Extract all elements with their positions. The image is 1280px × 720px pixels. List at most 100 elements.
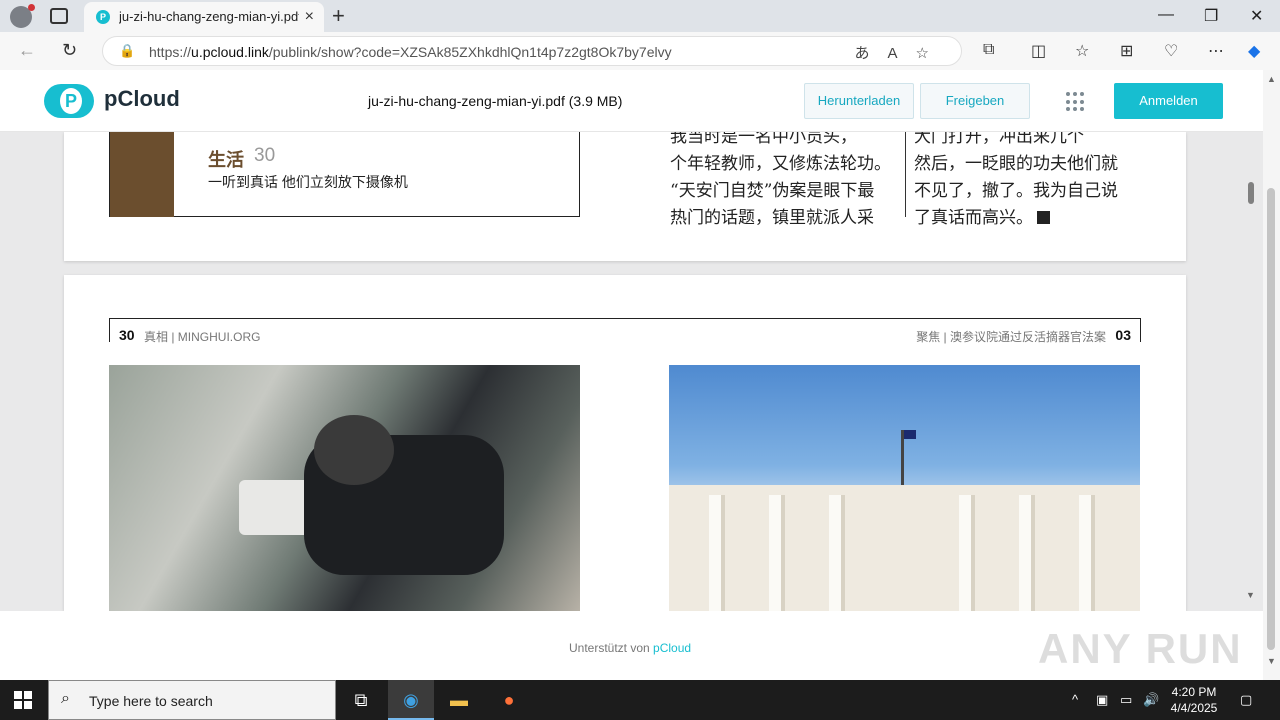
search-placeholder: Type here to search (89, 693, 213, 709)
tray-device-icon[interactable]: ▣ (1096, 692, 1108, 708)
new-tab-button[interactable]: + (332, 3, 345, 29)
pcloud-viewer: 生活 30 一听到真话 他们立刻放下摄像机 我当时是一名中小员头， 个年轻教师，… (0, 70, 1263, 680)
scroll-down-icon[interactable]: ▼ (1267, 656, 1276, 666)
profile-icon[interactable] (10, 4, 35, 28)
browser-tab-bar: P ju-zi-hu-chang-zeng-mian-yi.pdf × + — … (0, 0, 1280, 32)
section-subtitle: 一听到真话 他们立刻放下摄像机 (208, 174, 408, 190)
photo-building-shape (669, 485, 1140, 611)
pcloud-logo-text[interactable]: pCloud (104, 86, 180, 112)
share-button[interactable]: Freigeben (920, 83, 1030, 119)
task-view-icon[interactable]: ⧉ (338, 680, 384, 720)
extensions-icon[interactable]: ⧉ (983, 41, 994, 59)
anyrun-watermark: ANY RUN (1038, 625, 1243, 672)
notifications-icon[interactable]: ▢ (1240, 692, 1252, 708)
translate-icon[interactable]: あ (855, 45, 888, 62)
left-page-number: 30 (119, 327, 135, 343)
text-column-left: 我当时是一名中小员头， 个年轻教师，又修炼法轮功。 “天安门自焚”伪案是眼下最 … (670, 132, 900, 232)
photo-pillar (959, 495, 975, 611)
collections-icon[interactable]: ⊞ (1120, 41, 1133, 61)
network-icon[interactable]: ▭ (1120, 692, 1132, 708)
pdf-scrollbar[interactable]: ▼ (1246, 182, 1256, 602)
end-mark-icon (1037, 211, 1050, 224)
copilot-icon[interactable]: ◆ (1248, 41, 1260, 61)
text-line: 大门打开，冲出来几个 (914, 132, 1084, 147)
photo-pillar (1019, 495, 1035, 611)
split-screen-icon[interactable]: ◫ (1031, 41, 1046, 61)
camera-photo (109, 365, 580, 611)
favorites-icon[interactable]: ☆ (1075, 41, 1089, 61)
edge-taskbar-icon[interactable]: ◉ (388, 680, 434, 720)
clock-date: 4/4/2025 (1170, 701, 1218, 715)
scroll-up-icon[interactable]: ▲ (1267, 74, 1276, 84)
file-title: ju-zi-hu-chang-zeng-mian-yi.pdf (3.9 MB) (368, 93, 623, 109)
running-header: 30 真相 | MINGHUI.ORG 聚焦 | 澳参议院通过反活摘器官法案 0… (109, 318, 1141, 344)
pcloud-logo-icon[interactable] (44, 84, 94, 118)
lock-icon[interactable]: 🔒 (119, 43, 135, 59)
tab-close-icon[interactable]: × (305, 8, 314, 26)
taskbar-clock[interactable]: 4:20 PM 4/4/2025 (1168, 684, 1220, 716)
page-footer: Unterstützt von pCloud ANY RUN (0, 611, 1263, 680)
close-window-button[interactable]: ✕ (1250, 6, 1263, 26)
text-line: 我当时是一名中小员头， (670, 132, 857, 147)
photo-pillar (709, 495, 725, 611)
pdf-scrollbar-thumb[interactable] (1248, 182, 1254, 204)
tab-actions-icon[interactable] (50, 8, 68, 24)
photo-pillar (769, 495, 785, 611)
left-running-head: 真相 | MINGHUI.ORG (144, 330, 261, 344)
refresh-icon[interactable]: ↻ (62, 40, 77, 61)
more-menu-icon[interactable]: ⋯ (1208, 41, 1224, 61)
maximize-button[interactable]: ❐ (1204, 6, 1218, 26)
read-aloud-icon[interactable]: A (888, 45, 916, 62)
text-line: “天安门自焚”伪案是眼下最 (670, 181, 875, 201)
section-number: 30 (254, 145, 276, 166)
text-column-right: 大门打开，冲出来几个 然后，一眨眼的功夫他们就 不见了，撤了。我为自己说 了真话… (914, 132, 1144, 232)
text-line: 热门的话题，镇里就派人采 (670, 208, 874, 228)
favorite-star-icon[interactable]: ☆ (916, 45, 947, 62)
windows-start-icon[interactable] (14, 691, 32, 709)
photo-pillar (1079, 495, 1095, 611)
clock-time: 4:20 PM (1171, 685, 1217, 699)
browser-scrollbar[interactable]: ▲ ▼ (1263, 70, 1280, 680)
scrollbar-thumb[interactable] (1267, 188, 1275, 650)
text-line: 然后，一眨眼的功夫他们就 (914, 154, 1118, 174)
browser-tab-active[interactable]: P ju-zi-hu-chang-zeng-mian-yi.pdf × (84, 2, 324, 32)
section-box: 生活 30 一听到真话 他们立刻放下摄像机 (109, 132, 580, 217)
taskbar-search[interactable]: ⌕ Type here to search (48, 680, 336, 720)
volume-icon[interactable]: 🔊 (1143, 692, 1159, 708)
address-bar-actions: あA☆ (855, 42, 947, 63)
pdf-page-2: 30 真相 | MINGHUI.ORG 聚焦 | 澳参议院通过反活摘器官法案 0… (64, 275, 1186, 611)
photo-flag-shape (901, 430, 916, 485)
text-line: 个年轻教师，又修炼法轮功。 (670, 154, 891, 174)
windows-taskbar: ⌕ Type here to search ⧉ ◉ ▬ ● ^ ▣ ▭ 🔊 4:… (0, 680, 1280, 720)
address-bar[interactable]: 🔒 https://u.pcloud.link/publink/show?cod… (102, 36, 962, 66)
section-label: 生活 (208, 150, 244, 170)
pcloud-favicon-icon: P (96, 10, 110, 24)
search-icon: ⌕ (61, 690, 70, 707)
back-icon[interactable]: ← (18, 40, 36, 61)
text-line: 不见了，撤了。我为自己说 (914, 181, 1118, 201)
minimize-button[interactable]: — (1158, 6, 1174, 24)
url-text[interactable]: https://u.pcloud.link/publink/show?code=… (149, 44, 672, 60)
download-button[interactable]: Herunterladen (804, 83, 914, 119)
login-button[interactable]: Anmelden (1114, 83, 1223, 119)
right-page-number: 03 (1115, 327, 1131, 343)
powered-by-text: Unterstützt von pCloud (569, 641, 692, 655)
brown-block (110, 132, 174, 217)
tab-title: ju-zi-hu-chang-zeng-mian-yi.pdf (119, 9, 299, 24)
pcloud-link[interactable]: pCloud (653, 641, 691, 655)
apps-grid-icon[interactable] (1066, 92, 1086, 112)
performance-icon[interactable]: ♡ (1164, 41, 1178, 61)
parliament-photo (669, 365, 1140, 611)
pdf-scroll-down-icon[interactable]: ▼ (1246, 590, 1255, 600)
tray-chevron-icon[interactable]: ^ (1072, 692, 1078, 707)
text-line-last: 了真话而高兴。 (914, 205, 1144, 232)
photo-pillar (829, 495, 845, 611)
pdf-page-1: 生活 30 一听到真话 他们立刻放下摄像机 我当时是一名中小员头， 个年轻教师，… (64, 132, 1186, 261)
right-running-head: 聚焦 | 澳参议院通过反活摘器官法案 (916, 330, 1106, 344)
column-rule (905, 132, 906, 217)
pcloud-header: pCloud ju-zi-hu-chang-zeng-mian-yi.pdf (… (0, 70, 1263, 132)
address-toolbar: ← ↻ 🔒 https://u.pcloud.link/publink/show… (0, 32, 1280, 70)
firefox-icon[interactable]: ● (486, 680, 532, 720)
file-explorer-icon[interactable]: ▬ (436, 680, 482, 720)
photo-microphone-shape (314, 415, 394, 485)
